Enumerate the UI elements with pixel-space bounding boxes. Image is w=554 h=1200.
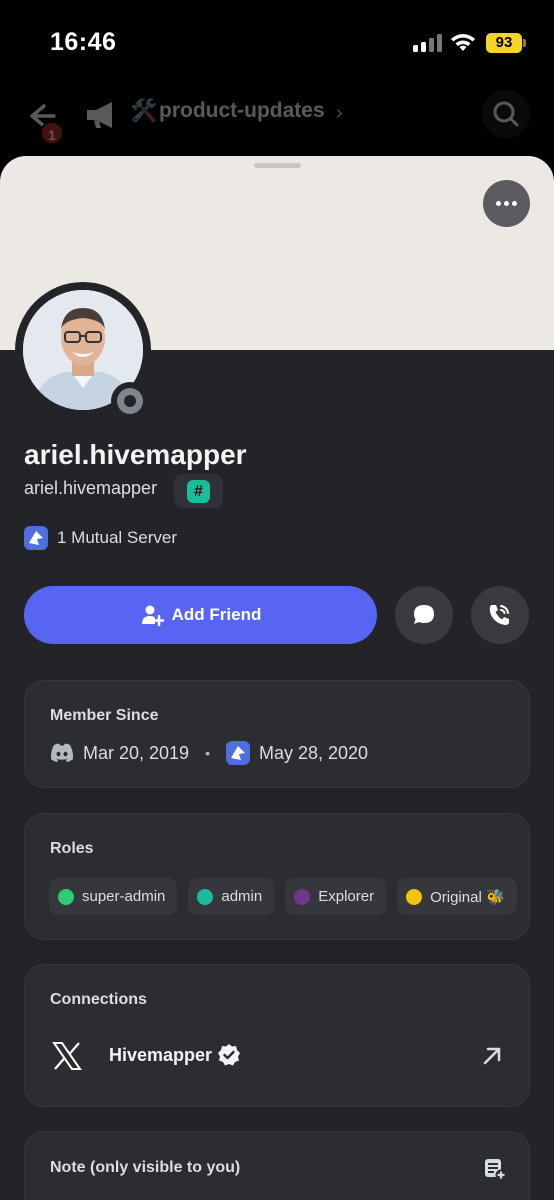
profile-sheet: ariel.hivemapper ariel.hivemapper # 1 Mu…: [0, 156, 554, 1200]
add-note-icon[interactable]: [483, 1157, 507, 1181]
x-logo-icon: [52, 1042, 82, 1070]
channel-name[interactable]: product-updates: [159, 99, 325, 123]
role-color-dot: [294, 888, 311, 905]
role-label: admin: [221, 888, 263, 905]
roles-list: super-admin admin Explorer Original 🐝: [49, 878, 517, 915]
chevron-right-icon: ›: [336, 102, 343, 124]
note-card[interactable]: Note (only visible to you): [24, 1131, 530, 1200]
search-button[interactable]: [482, 90, 530, 138]
add-friend-icon: [141, 605, 164, 627]
battery-indicator: 93: [486, 33, 522, 53]
hashtag-icon: #: [187, 480, 210, 503]
channel-header: 1 🛠️ product-updates ›: [0, 90, 554, 150]
username: ariel.hivemapper: [24, 478, 158, 498]
phone-call-icon: [489, 605, 509, 625]
server-icon: [225, 741, 250, 765]
add-friend-label: Add Friend: [171, 605, 262, 624]
role-chip[interactable]: Explorer: [285, 878, 387, 915]
member-since-title: Member Since: [50, 707, 159, 724]
add-friend-button[interactable]: Add Friend: [24, 586, 377, 644]
server-icon: [24, 526, 48, 550]
cellular-signal-icon: [413, 34, 443, 52]
sheet-grabber[interactable]: [254, 163, 301, 168]
external-link-icon[interactable]: [481, 1045, 503, 1067]
discord-join-date: Mar 20, 2019: [83, 742, 190, 763]
role-chip[interactable]: super-admin: [49, 878, 178, 915]
role-label: super-admin: [82, 888, 166, 905]
role-color-dot: [197, 888, 214, 905]
server-tag-badge[interactable]: #: [174, 474, 223, 508]
role-color-dot: [58, 888, 74, 905]
status-bar: 16:46 93: [0, 0, 554, 90]
member-since-card: Member Since Mar 20, 2019 • May 28, 2020: [24, 680, 530, 788]
roles-card: Roles super-admin admin Explorer Origina…: [24, 813, 530, 940]
role-label: Original 🐝: [430, 888, 505, 906]
tools-emoji: 🛠️: [130, 98, 158, 123]
voice-call-button[interactable]: [471, 586, 529, 644]
note-title: Note (only visible to you): [50, 1159, 241, 1176]
role-chip[interactable]: admin: [188, 878, 275, 915]
connections-title: Connections: [50, 991, 147, 1008]
wifi-icon: [451, 34, 475, 51]
role-label: Explorer: [318, 888, 375, 905]
megaphone-icon: [87, 102, 112, 128]
search-icon: [493, 101, 519, 127]
connections-card: Connections Hivemapper: [24, 964, 530, 1107]
message-button[interactable]: [395, 586, 453, 644]
more-options-button[interactable]: [483, 180, 530, 227]
connection-name[interactable]: Hivemapper: [109, 1045, 212, 1066]
mutual-servers[interactable]: 1 Mutual Server: [24, 526, 177, 550]
unread-badge: 1: [40, 121, 64, 145]
chat-bubble-icon: [414, 605, 434, 624]
server-join-date: May 28, 2020: [258, 742, 369, 763]
member-since-dates: Mar 20, 2019 • May 28, 2020: [50, 741, 368, 765]
status-time: 16:46: [50, 28, 117, 56]
discord-logo-icon: [50, 743, 74, 762]
date-separator: •: [205, 745, 210, 761]
role-color-dot: [406, 888, 423, 905]
role-chip[interactable]: Original 🐝: [397, 878, 517, 915]
display-name: ariel.hivemapper: [24, 439, 247, 470]
mutual-servers-label: 1 Mutual Server: [57, 528, 177, 547]
verified-check-icon: [218, 1044, 240, 1066]
roles-title: Roles: [50, 840, 94, 857]
battery-tip: [523, 39, 526, 47]
offline-status-icon: [111, 382, 149, 420]
